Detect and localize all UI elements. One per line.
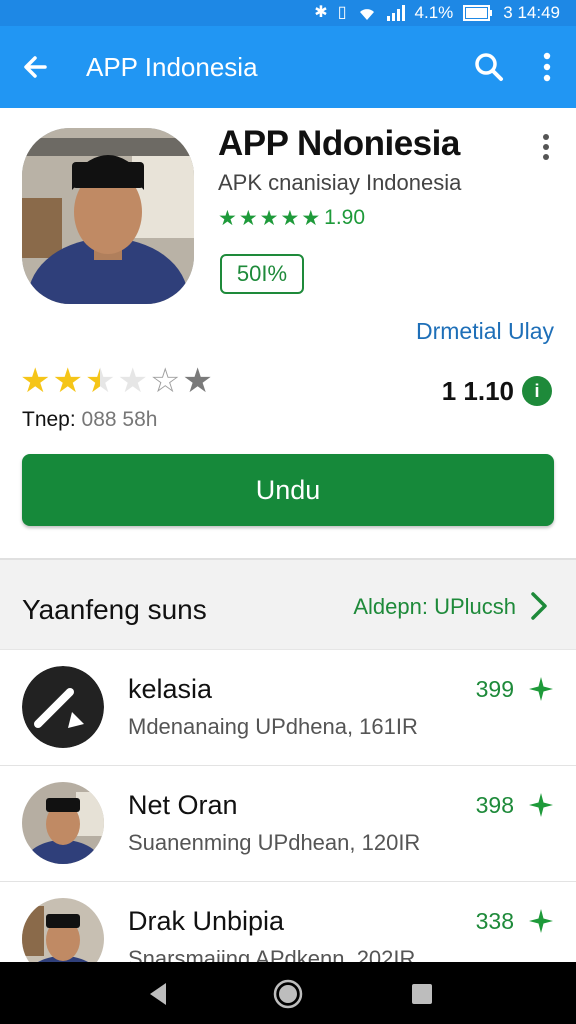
star-icon: ★ — [280, 206, 300, 230]
rating-number: 1 1.10 — [441, 376, 514, 406]
list-item[interactable]: kelasia Mdenanaing UPdhena, 161IR 399 — [0, 650, 576, 766]
battery-percent: 4.1% — [414, 3, 454, 22]
star-icon: ★ — [117, 362, 148, 400]
size-value: 088 58h — [81, 408, 158, 431]
search-icon — [475, 53, 503, 81]
item-title: Drak Unbipia — [128, 906, 285, 936]
nav-recents-button[interactable] — [392, 974, 452, 1014]
triangle-back-icon — [150, 983, 166, 1005]
item-subtitle: Suanenming UPdhean, 120IR — [128, 830, 421, 855]
more-vertical-icon — [543, 52, 551, 82]
home-circle-icon — [273, 979, 303, 1009]
star-icon: ★ — [182, 362, 213, 400]
app-more-button[interactable] — [534, 132, 558, 162]
star-icon: ★ — [238, 206, 258, 230]
search-button[interactable] — [460, 26, 518, 108]
star-icon: ★ — [20, 362, 51, 400]
sparkle-icon[interactable] — [528, 792, 554, 818]
item-subtitle: Mdenanaing UPdhena, 161IR — [128, 714, 418, 739]
app-header-card: APP Ndoniesia APK cnanisiay Indonesia ★ … — [0, 108, 576, 558]
list-item[interactable]: Net Oran Suanenming UPdhean, 120IR 398 — [0, 766, 576, 882]
item-title: kelasia — [128, 674, 213, 704]
page-title: APP Indonesia — [86, 51, 258, 82]
star-icon: ★ — [218, 206, 237, 230]
vibrate-icon: ▯ — [337, 4, 347, 21]
item-count: 398 — [475, 792, 514, 818]
signal-icon — [386, 5, 405, 21]
dot — [543, 134, 549, 140]
person-photo — [22, 128, 194, 304]
star-icon: ★ — [84, 362, 116, 400]
install-button[interactable]: Undu — [22, 454, 554, 526]
percent-badge: 50I% — [220, 254, 304, 294]
arrow-left-icon — [24, 56, 47, 78]
nav-home-button[interactable] — [258, 974, 318, 1014]
dot — [543, 154, 549, 160]
star-icon: ☆ — [149, 362, 181, 400]
star-icon: ★ — [52, 362, 83, 400]
app-bar: APP Indonesia — [0, 26, 576, 108]
star-icon: ★ — [259, 206, 279, 230]
sparkle-icon[interactable] — [528, 676, 554, 702]
mini-rating: ★ ★ ★ ★ ★ 1.90 — [218, 206, 365, 230]
item-title: Net Oran — [128, 790, 238, 820]
item-count: 399 — [475, 676, 514, 702]
battery-icon — [463, 5, 493, 21]
avatar — [22, 782, 104, 864]
status-time: 3 14:49 — [503, 3, 560, 22]
status-bar: ✱ ▯ 4.1% 3 14:49 — [0, 0, 576, 26]
app-name: APP Ndoniesia — [218, 124, 460, 163]
nav-back-button[interactable] — [128, 974, 188, 1014]
back-button[interactable] — [0, 26, 70, 108]
square-recents-icon — [412, 984, 432, 1004]
mini-rating-value: 1.90 — [324, 206, 366, 229]
item-count: 338 — [475, 908, 514, 934]
detail-link[interactable]: Drmetial Ulay — [416, 318, 554, 345]
section-link[interactable]: Aldepn: UPlucsh — [353, 594, 516, 620]
sparkle-icon[interactable] — [528, 908, 554, 934]
dot — [543, 144, 549, 150]
size-label: Tnep: — [22, 408, 76, 431]
size-info: Tnep: 088 58h — [22, 408, 157, 432]
rating-stars: ★ ★ ★ ★ ☆ ★ — [20, 364, 213, 398]
app-subtitle: APK cnanisiay Indonesia — [218, 170, 462, 195]
chevron-right-icon[interactable] — [526, 590, 550, 622]
system-nav-bar — [0, 962, 576, 1024]
bluetooth-icon: ✱ — [314, 4, 328, 21]
section-title: Yaanfeng suns — [22, 594, 207, 625]
tool-icon — [22, 666, 104, 748]
star-icon: ★ — [301, 206, 321, 230]
app-icon — [22, 128, 194, 304]
info-icon[interactable]: i — [522, 376, 552, 406]
overflow-menu-button[interactable] — [518, 26, 576, 108]
wifi-icon — [359, 9, 374, 20]
section-header: Yaanfeng suns Aldepn: UPlucsh — [0, 558, 576, 650]
